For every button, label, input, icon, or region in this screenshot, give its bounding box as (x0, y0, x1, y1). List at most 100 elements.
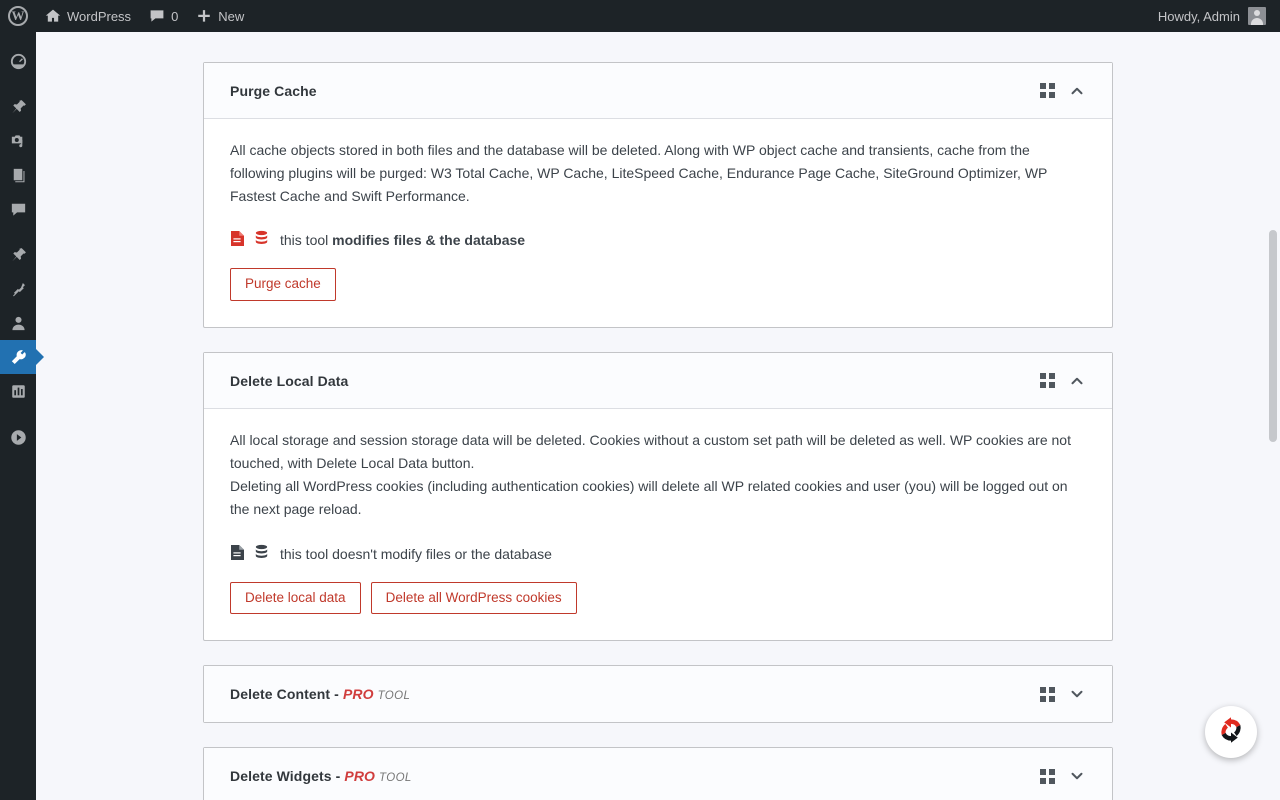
panel-title-delete-content: Delete Content - PRO TOOL (230, 686, 1040, 702)
panel-header-delete-widgets[interactable]: Delete Widgets - PRO TOOL (204, 748, 1112, 800)
sidebar-item-dashboard[interactable] (0, 44, 36, 78)
pro-badge: PRO (344, 768, 376, 785)
panel-header-actions (1040, 82, 1086, 100)
chevron-up-icon[interactable] (1068, 372, 1086, 390)
chevron-down-icon[interactable] (1068, 767, 1086, 785)
pro-badge: PRO (342, 686, 374, 703)
panel-header-actions (1040, 372, 1086, 390)
panel-title-delete-widgets: Delete Widgets - PRO TOOL (230, 768, 1040, 784)
tool-note-purge-cache: this tool modifies files & the database (230, 230, 1086, 250)
file-document-icon (230, 230, 245, 250)
delete-all-wordpress-cookies-button[interactable]: Delete all WordPress cookies (370, 581, 577, 615)
my-account-button[interactable]: Howdy, Admin (1149, 0, 1280, 32)
panel-header-actions (1040, 685, 1086, 703)
sidebar-item-tools[interactable] (0, 340, 44, 374)
dashboard-gauge-icon (9, 52, 28, 71)
sidebar-item-posts[interactable] (0, 90, 36, 124)
panel-header-delete-local-data[interactable]: Delete Local Data (204, 353, 1112, 410)
sidebar-separator-3 (0, 408, 36, 420)
tool-note-text: this tool modifies files & the database (280, 232, 525, 248)
new-content-button[interactable]: New (187, 0, 253, 32)
panel-body-delete-local-data: All local storage and session storage da… (204, 409, 1112, 640)
sidebar-item-users[interactable] (0, 306, 36, 340)
plug-icon (9, 280, 28, 299)
comments-button[interactable]: 0 (140, 0, 187, 32)
sidebar-item-pages[interactable] (0, 158, 36, 192)
tools-panels-container: Purge Cache All cache objects stored in … (36, 32, 1280, 800)
grid-drag-handle-icon[interactable] (1040, 686, 1055, 702)
panel-title-text: Delete Widgets - (230, 768, 345, 785)
sidebar-item-appearance[interactable] (0, 238, 36, 272)
main-content-area: Purge Cache All cache objects stored in … (36, 32, 1280, 800)
tool-note-text: this tool doesn't modify files or the da… (280, 546, 552, 562)
sidebar-item-settings[interactable] (0, 374, 36, 408)
plus-icon (196, 8, 212, 24)
tool-note-prefix: this tool doesn't modify files or the da… (280, 545, 552, 562)
panel-title-text: Delete Content - (230, 686, 343, 703)
panel-title-purge-cache: Purge Cache (230, 82, 317, 99)
panel-delete-widgets: Delete Widgets - PRO TOOL (203, 747, 1113, 800)
grid-drag-handle-icon[interactable] (1040, 768, 1055, 784)
wrench-icon (9, 348, 28, 367)
collapse-arrow-icon (9, 428, 28, 447)
tool-badge: TOOL (377, 690, 411, 703)
scrollbar-thumb[interactable] (1269, 230, 1277, 442)
comment-bubble-icon (9, 200, 28, 219)
admin-sidebar-menu (0, 32, 44, 800)
chevron-down-icon[interactable] (1068, 685, 1086, 703)
tool-note-delete-local-data: this tool doesn't modify files or the da… (230, 544, 1086, 564)
panel-header-purge-cache[interactable]: Purge Cache (204, 63, 1112, 119)
chevron-up-icon[interactable] (1068, 82, 1086, 100)
panel-paragraph: Deleting all WordPress cookies (includin… (230, 478, 1068, 518)
panel-title-delete-local-data: Delete Local Data (230, 372, 349, 389)
panel-delete-local-data: Delete Local Data All local storage and … (203, 352, 1113, 642)
wordpress-logo-button[interactable]: W (0, 0, 36, 32)
panel-button-row: Purge cache (230, 268, 1086, 302)
file-document-icon (230, 544, 245, 564)
site-name-label: WordPress (67, 8, 132, 24)
wordpress-logo-icon: W (8, 6, 28, 26)
user-avatar-icon (1248, 7, 1266, 25)
tool-note-strong: modifies files & the database (332, 232, 526, 249)
paintbrush-icon (9, 246, 28, 265)
delete-local-data-button[interactable]: Delete local data (230, 581, 361, 615)
site-name-button[interactable]: WordPress (36, 0, 140, 32)
database-stack-icon (254, 544, 269, 564)
panel-button-row: Delete local data Delete all WordPress c… (230, 581, 1086, 615)
sidebar-item-comments[interactable] (0, 192, 36, 226)
comment-bubble-icon (149, 8, 165, 24)
panel-paragraph: All local storage and session storage da… (230, 432, 1071, 472)
tool-badge: TOOL (379, 772, 412, 785)
panel-body-purge-cache: All cache objects stored in both files a… (204, 119, 1112, 327)
media-camera-music-icon (9, 132, 28, 151)
tool-note-prefix: this tool (280, 232, 333, 249)
admin-bar: W WordPress 0 New Howdy, Admin (0, 0, 1280, 32)
sidebar-separator-2 (0, 226, 36, 238)
user-icon (9, 314, 28, 333)
panel-header-delete-content[interactable]: Delete Content - PRO TOOL (204, 666, 1112, 723)
tool-note-icons (230, 230, 269, 250)
sidebar-item-media[interactable] (0, 124, 36, 158)
howdy-label: Howdy, Admin (1157, 8, 1240, 24)
home-icon (45, 8, 61, 24)
panel-header-actions (1040, 767, 1086, 785)
purge-cache-button[interactable]: Purge cache (230, 268, 336, 302)
tool-note-icons (230, 544, 269, 564)
grid-drag-handle-icon[interactable] (1040, 373, 1055, 389)
sidebar-separator-1 (0, 78, 36, 90)
grid-drag-handle-icon[interactable] (1040, 83, 1055, 98)
page-document-icon (9, 166, 28, 185)
new-content-label: New (218, 8, 245, 24)
database-stack-icon (254, 230, 269, 250)
circular-sync-arrows-icon (1214, 713, 1248, 752)
pushpin-icon (9, 98, 28, 117)
panel-delete-content: Delete Content - PRO TOOL (203, 665, 1113, 724)
panel-purge-cache: Purge Cache All cache objects stored in … (203, 62, 1113, 329)
settings-sliders-icon (9, 382, 28, 401)
sidebar-item-plugins[interactable] (0, 272, 36, 306)
refresh-sync-button[interactable] (1205, 706, 1257, 758)
comments-count: 0 (171, 8, 179, 24)
panel-paragraph: All cache objects stored in both files a… (230, 142, 1048, 205)
page-scrollbar[interactable] (1265, 32, 1280, 800)
sidebar-item-collapse-menu[interactable] (0, 420, 36, 454)
